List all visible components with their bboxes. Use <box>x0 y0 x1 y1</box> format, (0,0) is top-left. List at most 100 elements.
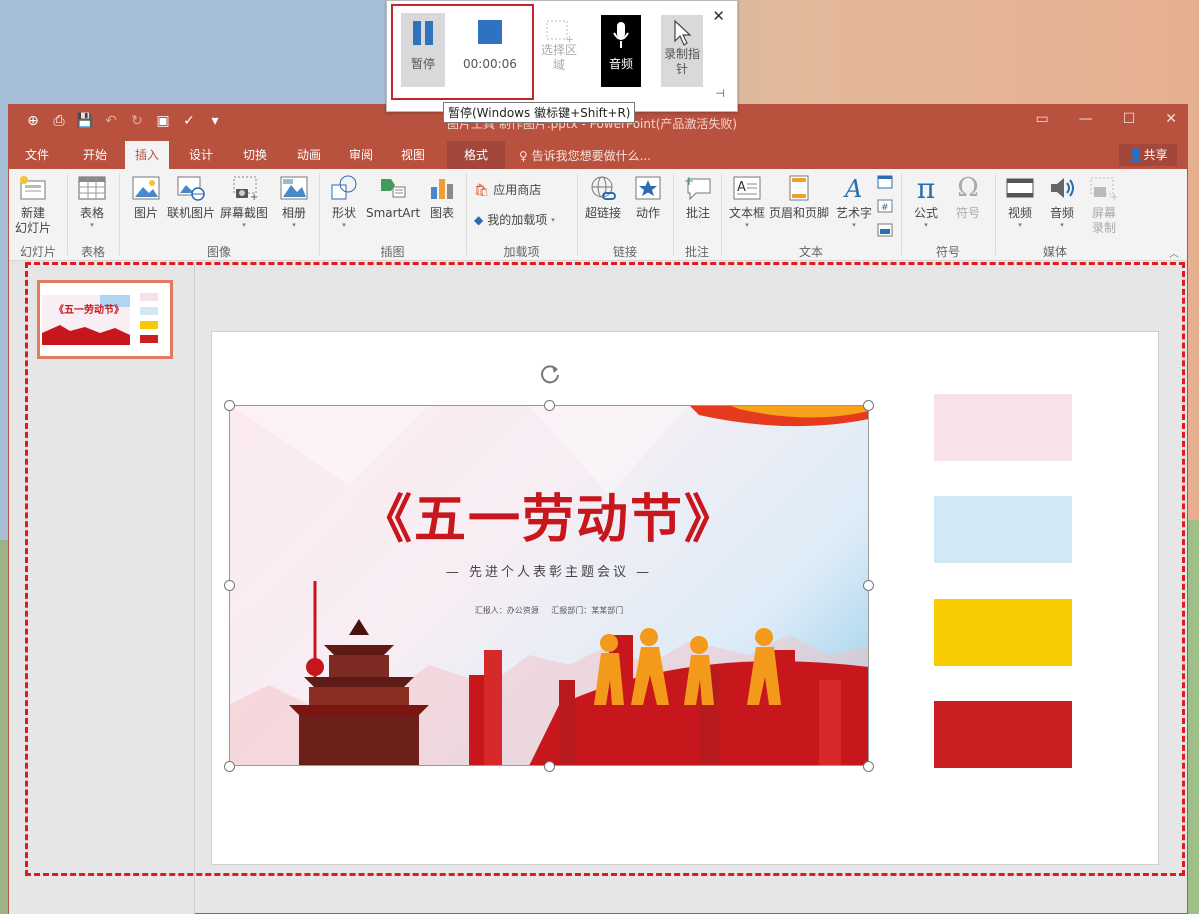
customize-qat-icon[interactable]: ▾ <box>205 111 225 131</box>
wordart-button[interactable]: A 艺术字 ▾ <box>836 173 872 229</box>
audio-button[interactable]: 音频 ▾ <box>1047 173 1077 229</box>
header-footer-icon <box>784 173 814 203</box>
store-button[interactable]: 🛍 应用商店 <box>474 181 541 198</box>
action-button[interactable]: 动作 <box>633 173 663 221</box>
save-icon[interactable]: 💾 <box>75 111 95 131</box>
textbox-icon: A <box>732 173 762 203</box>
resize-handle[interactable] <box>224 400 235 411</box>
album-button[interactable]: 相册 ▾ <box>279 173 309 229</box>
minimize-icon[interactable]: — <box>1079 111 1093 127</box>
swatch-pink[interactable] <box>934 394 1072 461</box>
textbox-button[interactable]: A 文本框 ▾ <box>729 173 765 229</box>
redo-icon[interactable]: ↻ <box>127 111 147 131</box>
share-button[interactable]: 👤共享 <box>1119 144 1177 166</box>
group-label-slides: 幻灯片 <box>19 245 56 259</box>
tab-animations[interactable]: 动画 <box>287 141 331 169</box>
video-label: 视频 <box>1007 206 1032 220</box>
my-addins-button[interactable]: ◆ 我的加载项 ▾ <box>474 211 555 228</box>
online-picture-button[interactable]: 联机图片 <box>167 173 215 221</box>
comment-label: 批注 <box>685 206 710 220</box>
group-label-media: 媒体 <box>1042 245 1067 259</box>
header-footer-button[interactable]: 页眉和页脚 <box>769 173 829 221</box>
slide-number-button[interactable]: # <box>877 199 893 213</box>
group-label-text: 文本 <box>798 245 823 259</box>
smartart-button[interactable]: SmartArt <box>366 173 420 221</box>
screenshot-button[interactable]: + 屏幕截图 ▾ <box>220 173 268 229</box>
swatch-red[interactable] <box>934 701 1072 768</box>
online-picture-icon <box>176 173 206 203</box>
slide-thumbnail-pane: 《五一劳动节》 <box>9 262 195 914</box>
slide-thumbnail-1[interactable]: 《五一劳动节》 <box>37 280 173 359</box>
audio-toggle-button[interactable]: 音频 <box>601 15 641 87</box>
resize-handle[interactable] <box>544 761 555 772</box>
person-icon: 👤 <box>1128 148 1144 162</box>
tab-design[interactable]: 设计 <box>179 141 223 169</box>
resize-handle[interactable] <box>863 400 874 411</box>
screen-recording-button[interactable]: + 屏幕 录制 <box>1089 173 1119 236</box>
record-pointer-label-2: 针 <box>675 62 688 76</box>
pause-button[interactable]: 暂停 <box>401 13 445 87</box>
hyperlink-button[interactable]: 超链接 <box>585 173 621 221</box>
chart-button[interactable]: 图表 <box>427 173 457 221</box>
swatch-yellow[interactable] <box>934 599 1072 666</box>
print-preview-icon[interactable]: ⎙ <box>49 111 69 131</box>
slideshow-icon[interactable]: ▣ <box>153 111 173 131</box>
hyperlink-label: 超链接 <box>585 206 622 220</box>
pin-icon[interactable]: ⊣ <box>715 87 725 100</box>
slide-number-icon: # <box>877 199 893 213</box>
shapes-label: 形状 <box>331 206 356 220</box>
group-label-symbols: 符号 <box>935 245 960 259</box>
spelling-icon[interactable]: ✓ <box>179 111 199 131</box>
audio-label: 音频 <box>1049 206 1074 220</box>
tab-insert[interactable]: 插入 <box>125 141 170 169</box>
resize-handle[interactable] <box>224 761 235 772</box>
stop-icon <box>477 20 502 44</box>
swatch-light-blue[interactable] <box>934 496 1072 563</box>
comment-button[interactable]: + 批注 <box>683 173 713 221</box>
picture-button[interactable]: 图片 <box>131 173 161 221</box>
screenshot-label: 屏幕截图 <box>220 206 269 220</box>
undo-icon[interactable]: ↶ <box>101 111 121 131</box>
close-recorder-icon[interactable]: ✕ <box>712 7 725 25</box>
collapse-ribbon-icon[interactable]: ︿ <box>1169 245 1179 260</box>
table-icon <box>77 173 107 203</box>
shapes-button[interactable]: 形状 ▾ <box>329 173 359 229</box>
date-time-button[interactable] <box>877 175 893 189</box>
film-icon <box>1005 173 1035 203</box>
maximize-icon[interactable]: ☐ <box>1123 111 1136 127</box>
select-area-button[interactable]: + 选择区 域 <box>541 19 577 73</box>
slide-canvas[interactable]: 《五一劳动节》 — 先进个人表彰主题会议 — 汇报人：办公资源 汇报部门：某某部… <box>211 331 1159 865</box>
tab-review[interactable]: 审阅 <box>339 141 383 169</box>
action-label: 动作 <box>635 206 660 220</box>
rotate-handle-icon[interactable] <box>537 361 563 387</box>
tell-me-box[interactable]: ♀ 告诉我您想要做什么... <box>519 147 651 164</box>
group-label-illustrations: 插图 <box>380 245 405 259</box>
equation-button[interactable]: π 公式 ▾ <box>911 173 941 229</box>
pause-icon <box>413 21 433 45</box>
tab-home[interactable]: 开始 <box>73 141 117 169</box>
pointer-icon <box>674 19 692 46</box>
table-button[interactable]: 表格 ▾ <box>77 173 107 229</box>
close-window-icon[interactable]: ✕ <box>1165 111 1177 127</box>
video-button[interactable]: 视频 ▾ <box>1005 173 1035 229</box>
resize-handle[interactable] <box>544 400 555 411</box>
recording-timer: 00:00:06 <box>463 57 517 71</box>
object-button[interactable] <box>877 223 893 237</box>
ribbon-insert: 新建 幻灯片 表格 ▾ 图片 联机图片 + 屏幕截图 ▾ 相册 ▾ 形状 ▾ S… <box>9 169 1187 261</box>
ribbon-display-icon[interactable]: ▭ <box>1035 111 1048 127</box>
screen-recording-label-2: 录制 <box>1091 221 1116 235</box>
resize-handle[interactable] <box>863 761 874 772</box>
symbol-button[interactable]: Ω 符号 <box>953 173 983 221</box>
wordart-dropdown-icon: ▾ <box>852 221 856 229</box>
resize-handle[interactable] <box>863 580 874 591</box>
stop-button[interactable]: 00:00:06 <box>463 19 517 72</box>
tab-format[interactable]: 格式 <box>447 141 505 169</box>
tab-file[interactable]: 文件 <box>15 141 59 169</box>
resize-handle[interactable] <box>224 580 235 591</box>
tab-view[interactable]: 视图 <box>391 141 435 169</box>
select-area-icon: + <box>546 20 573 43</box>
new-slide-button[interactable]: 新建 幻灯片 <box>15 173 51 236</box>
tab-transitions[interactable]: 切换 <box>233 141 277 169</box>
touch-mode-icon[interactable]: ⊕ <box>23 111 43 131</box>
record-pointer-button[interactable]: 录制指 针 <box>661 15 703 87</box>
